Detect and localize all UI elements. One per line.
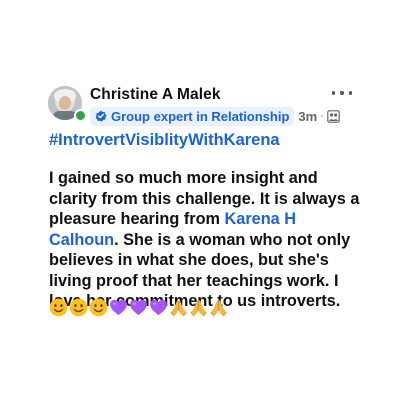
post-meta: Group expert in Relationship 3m ·	[90, 106, 340, 126]
folded-hands-icon	[209, 298, 228, 317]
more-dot	[332, 91, 336, 95]
smiling-face-icon	[69, 298, 88, 317]
post-text-fragment: . She is a woman who not only	[114, 230, 351, 249]
emoji-row	[49, 298, 228, 317]
online-status-indicator	[74, 109, 87, 122]
post-text-line: living proof that her teachings work. I	[49, 271, 339, 290]
purple-heart-icon	[149, 298, 168, 317]
badge-label: Group expert in Relationship	[111, 108, 290, 124]
meta-separator: ·	[320, 110, 324, 122]
expert-badge-icon	[95, 110, 107, 122]
folded-hands-icon	[189, 298, 208, 317]
author-name[interactable]: Christine A Malek	[90, 86, 221, 104]
mention-link-part1[interactable]: Karena H	[225, 210, 297, 228]
more-dot	[340, 91, 344, 95]
post-text-line: believes in what she does, but she's	[49, 251, 329, 269]
mention-link-part2[interactable]: Calhoun	[49, 231, 114, 249]
more-options-button[interactable]	[332, 88, 352, 98]
post-text-fragment: pleasure hearing from	[49, 210, 225, 228]
post-text: I gained so much more insight and clarit…	[49, 168, 369, 312]
group-privacy-icon[interactable]	[327, 109, 340, 123]
post-text-line: clarity from this challenge. It is alway…	[49, 189, 360, 208]
more-dot	[348, 91, 352, 95]
smiling-face-icon	[49, 298, 68, 317]
purple-heart-icon	[109, 298, 128, 317]
hashtag-link[interactable]: #IntrovertVisiblityWithKarena	[49, 131, 280, 150]
post-text-line: Calhoun. She is a woman who not only	[49, 230, 369, 251]
post-text-line: pleasure hearing from Karena H	[49, 209, 369, 230]
group-post: Christine A Malek Group expert in Relati…	[0, 0, 400, 400]
folded-hands-icon	[169, 298, 188, 317]
smiling-face-icon	[89, 298, 108, 317]
post-text-line: I gained so much more insight and	[49, 169, 318, 187]
post-timestamp[interactable]: 3m	[298, 109, 317, 124]
purple-heart-icon	[129, 298, 148, 317]
group-expert-badge[interactable]: Group expert in Relationship	[90, 106, 295, 126]
